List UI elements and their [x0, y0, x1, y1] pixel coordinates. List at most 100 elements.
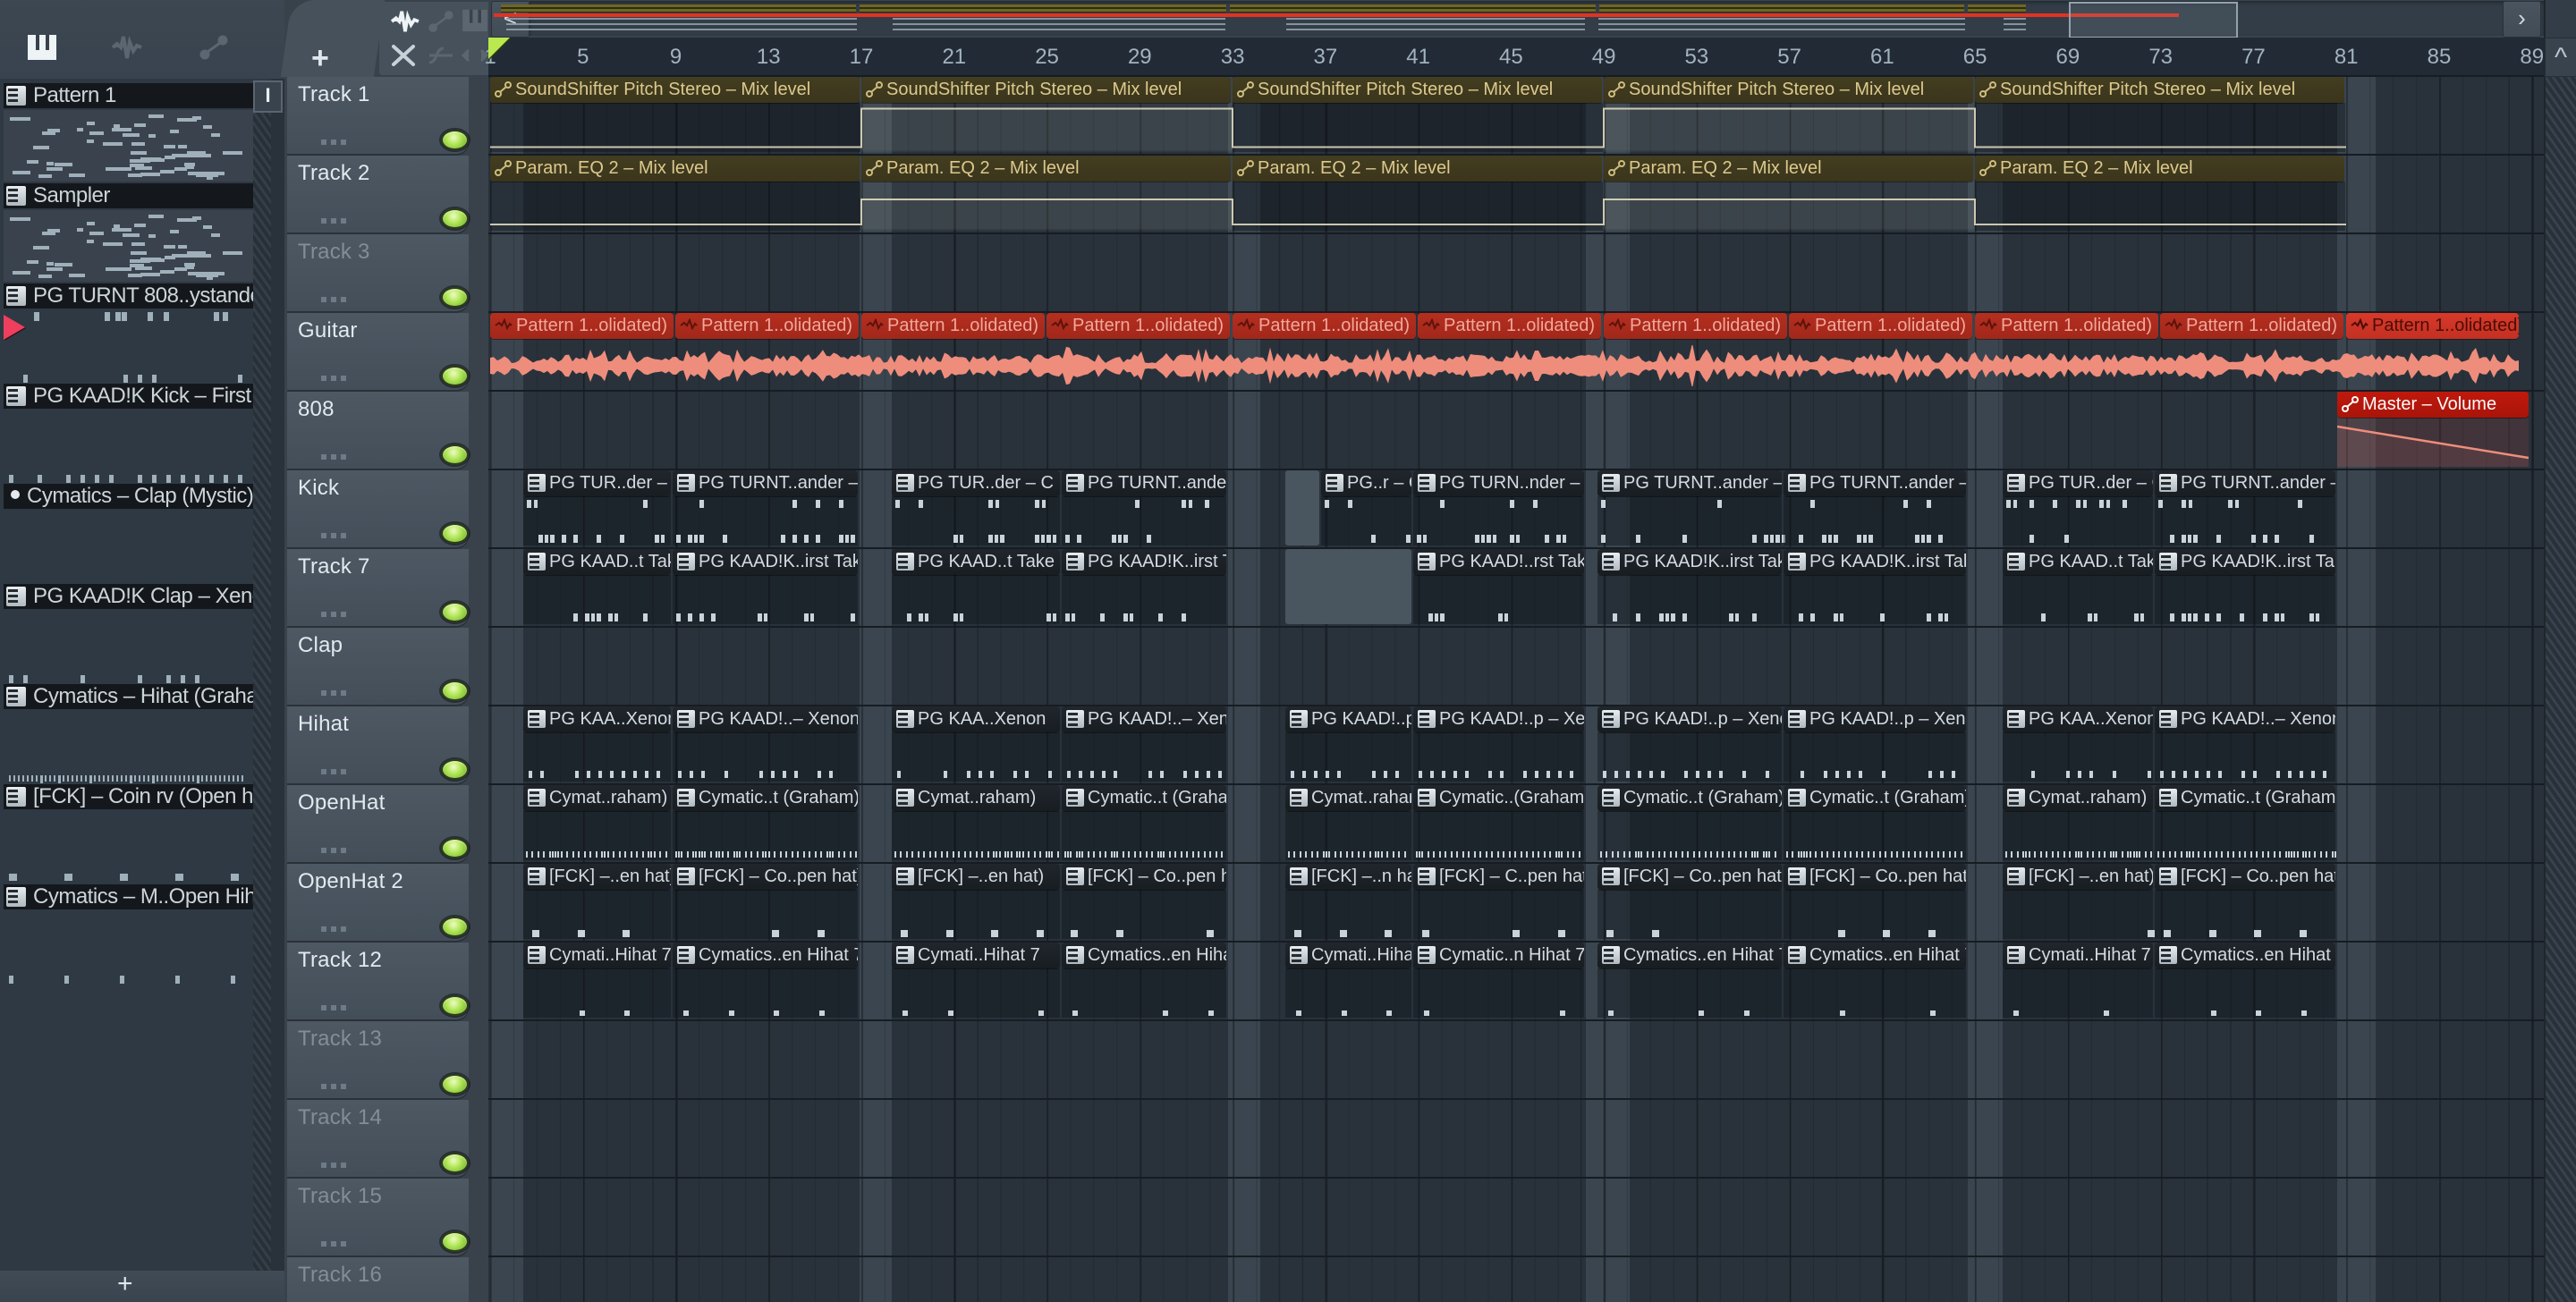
track-enable-led[interactable] — [441, 1231, 469, 1252]
pattern-clip[interactable]: PG KAAD!..rst Take — [1413, 549, 1584, 575]
master-automation-body[interactable] — [2337, 418, 2529, 467]
pattern-clip-body[interactable] — [1784, 732, 1966, 782]
pattern-clip[interactable]: PG KAAD!..p – Xenon — [1413, 706, 1584, 732]
track-header[interactable]: 808 — [287, 392, 469, 469]
automation-clip[interactable]: SoundShifter Pitch Stereo – Mix level — [1233, 77, 1602, 103]
track-enable-led[interactable] — [441, 681, 469, 701]
pattern-clip[interactable]: PG TURNT..ander – C — [673, 470, 858, 496]
pattern-clip[interactable]: Cymatics..en Hihat 7 — [673, 943, 858, 968]
audio-clip[interactable]: Pattern 1..olidated) — [1046, 313, 1230, 339]
automation-clip-body[interactable] — [490, 103, 860, 152]
pattern-clip-body[interactable] — [1062, 496, 1226, 545]
pattern-clip-body[interactable] — [1597, 968, 1782, 1018]
pattern-clip[interactable]: PG KAAD!..p – Xenon — [1597, 706, 1782, 732]
track-header[interactable]: Track 14 — [287, 1100, 469, 1177]
pattern-clip[interactable]: Cymati..Hihat 7 — [523, 943, 671, 968]
automation-clip-body[interactable] — [1233, 182, 1603, 231]
pattern-clip-body[interactable] — [523, 732, 671, 782]
timeline-ruler[interactable]: 1 5 9 13 17 21 25 29 33 37 41 45 49 53 57 61 65 69 73 77 81 8… — [484, 38, 2544, 76]
pattern-clip-body[interactable] — [2003, 575, 2153, 624]
pattern-clip[interactable]: [FCK] – Co..pen hat) — [1062, 864, 1226, 890]
track-options-dots[interactable] — [321, 140, 346, 145]
automation-clip-body[interactable] — [1233, 103, 1603, 152]
pattern-list-item[interactable]: PG KAAD!K Kick – First Take — [4, 384, 253, 409]
pattern-clip[interactable]: Cymat..raham) — [892, 785, 1060, 811]
pattern-clip[interactable]: Cymatic..n Hihat 7 — [1413, 943, 1584, 968]
track-enable-led[interactable] — [441, 523, 469, 544]
pattern-clip[interactable]: PG KAAD!..– Xenon — [673, 706, 858, 732]
pattern-clip[interactable]: Cymatics..en Hihat 7 — [1597, 943, 1782, 968]
track-options-dots[interactable] — [321, 533, 346, 538]
pattern-clip-body[interactable] — [673, 968, 858, 1018]
automation-clip-body[interactable] — [861, 103, 1232, 152]
pattern-list-item[interactable]: Pattern 1 — [4, 83, 253, 108]
pattern-clip[interactable]: Cymatics..en Hihat 7 — [1784, 943, 1966, 968]
automation-clip-body[interactable] — [1975, 103, 2345, 152]
audio-clip[interactable]: Pattern 1..olidated) — [675, 313, 859, 339]
track-header[interactable]: Track 2 — [287, 156, 469, 232]
pattern-clip-body[interactable] — [523, 890, 671, 939]
pattern-clip[interactable]: Cymatic..t (Graham) — [1784, 785, 1966, 811]
pattern-clip-body[interactable] — [1062, 732, 1226, 782]
pattern-clip-body[interactable] — [2155, 968, 2335, 1018]
pattern-clip[interactable]: PG KAAD!..– Xenon — [1062, 706, 1226, 732]
pattern-clip-body[interactable] — [1413, 968, 1584, 1018]
pattern-clip[interactable]: Cymatics..en Hihat 7 — [1062, 943, 1226, 968]
automation-clip[interactable]: SoundShifter Pitch Stereo – Mix level — [861, 77, 1231, 103]
pattern-clip[interactable]: PG KAA..Xenon — [892, 706, 1060, 732]
track-enable-led[interactable] — [441, 366, 469, 386]
track-options-dots[interactable] — [321, 1162, 346, 1168]
pattern-clip-body[interactable] — [1062, 575, 1226, 624]
add-pattern-button[interactable]: + — [117, 1269, 133, 1298]
track-options-dots[interactable] — [321, 376, 346, 381]
audio-clip[interactable]: Pattern 1..olidated) — [1604, 313, 1787, 339]
track-header[interactable]: Track 7 — [287, 549, 469, 626]
audio-clip[interactable]: Pattern 1..olidated) — [2346, 313, 2519, 339]
pattern-clip[interactable]: PG TUR..der – C — [2003, 470, 2153, 496]
audio-clip[interactable]: Pattern 1..olidated) — [1789, 313, 1972, 339]
pattern-clip[interactable]: PG KAAD..t Take — [892, 549, 1060, 575]
pattern-clip[interactable]: PG KAAD!K..irst Take — [1062, 549, 1226, 575]
link-icon[interactable] — [199, 34, 229, 61]
pattern-clip-body[interactable] — [1597, 890, 1782, 939]
automation-clip-body[interactable] — [1604, 182, 1974, 231]
waveform-icon[interactable] — [390, 9, 420, 36]
pattern-clip[interactable]: PG TURNT..ander – C — [1062, 470, 1226, 496]
track-enable-led[interactable] — [441, 130, 469, 150]
pattern-clip-body[interactable] — [1062, 811, 1226, 860]
pattern-clip[interactable]: [FCK] –..n hat) — [1285, 864, 1411, 890]
track-enable-led[interactable] — [441, 1074, 469, 1095]
pattern-list[interactable]: Pattern 1 Sampler PG TURNT 808..ystander –… — [0, 79, 271, 1271]
pattern-clip[interactable]: Cymatics..en Hihat 7 — [2155, 943, 2335, 968]
pattern-clip[interactable]: [FCK] –..en hat) — [523, 864, 671, 890]
pattern-clip[interactable]: [FCK] –..en hat) — [2003, 864, 2153, 890]
track-enable-led[interactable] — [441, 444, 469, 465]
add-playlist-tab-button[interactable]: + — [311, 41, 347, 76]
pattern-clip-body[interactable] — [1321, 496, 1411, 545]
automation-clip[interactable]: SoundShifter Pitch Stereo – Mix level — [490, 77, 860, 103]
track-header[interactable]: Track 1 — [287, 77, 469, 154]
horizontal-scrollbar[interactable]: < › ∣ — [488, 0, 2576, 38]
track-enable-led[interactable] — [441, 208, 469, 229]
waveform-icon[interactable] — [111, 34, 142, 61]
pattern-clip[interactable]: Cymatic..t (Graham) — [1062, 785, 1226, 811]
track-options-dots[interactable] — [321, 454, 346, 460]
track-header[interactable]: Kick — [287, 470, 469, 547]
song-minimap[interactable] — [494, 1, 2544, 38]
scroll-up-button[interactable]: ^ — [2545, 38, 2576, 77]
pattern-clip[interactable]: PG KAA..Xenon — [523, 706, 671, 732]
muted-clip-ghost[interactable] — [1285, 470, 1319, 545]
track-options-dots[interactable] — [321, 848, 346, 853]
pattern-clip[interactable]: PG KAAD!K..irst Take — [1597, 549, 1782, 575]
audio-clip[interactable]: Pattern 1..olidated) — [1975, 313, 2158, 339]
automation-clip[interactable]: Param. EQ 2 – Mix level — [1604, 156, 1973, 182]
automation-clip[interactable]: SoundShifter Pitch Stereo – Mix level — [1975, 77, 2344, 103]
pattern-clip[interactable]: PG KAAD..t Take — [2003, 549, 2153, 575]
picker-info-button[interactable]: I — [253, 80, 283, 113]
pattern-clip-body[interactable] — [2155, 732, 2335, 782]
track-options-dots[interactable] — [321, 612, 346, 617]
automation-clip[interactable]: Param. EQ 2 – Mix level — [490, 156, 860, 182]
automation-clip-body[interactable] — [1604, 103, 1974, 152]
pattern-clip[interactable]: PG KAAD..t Take — [523, 549, 671, 575]
playlist-grid[interactable]: SoundShifter Pitch Stereo – Mix level Sou… — [488, 75, 2544, 1302]
